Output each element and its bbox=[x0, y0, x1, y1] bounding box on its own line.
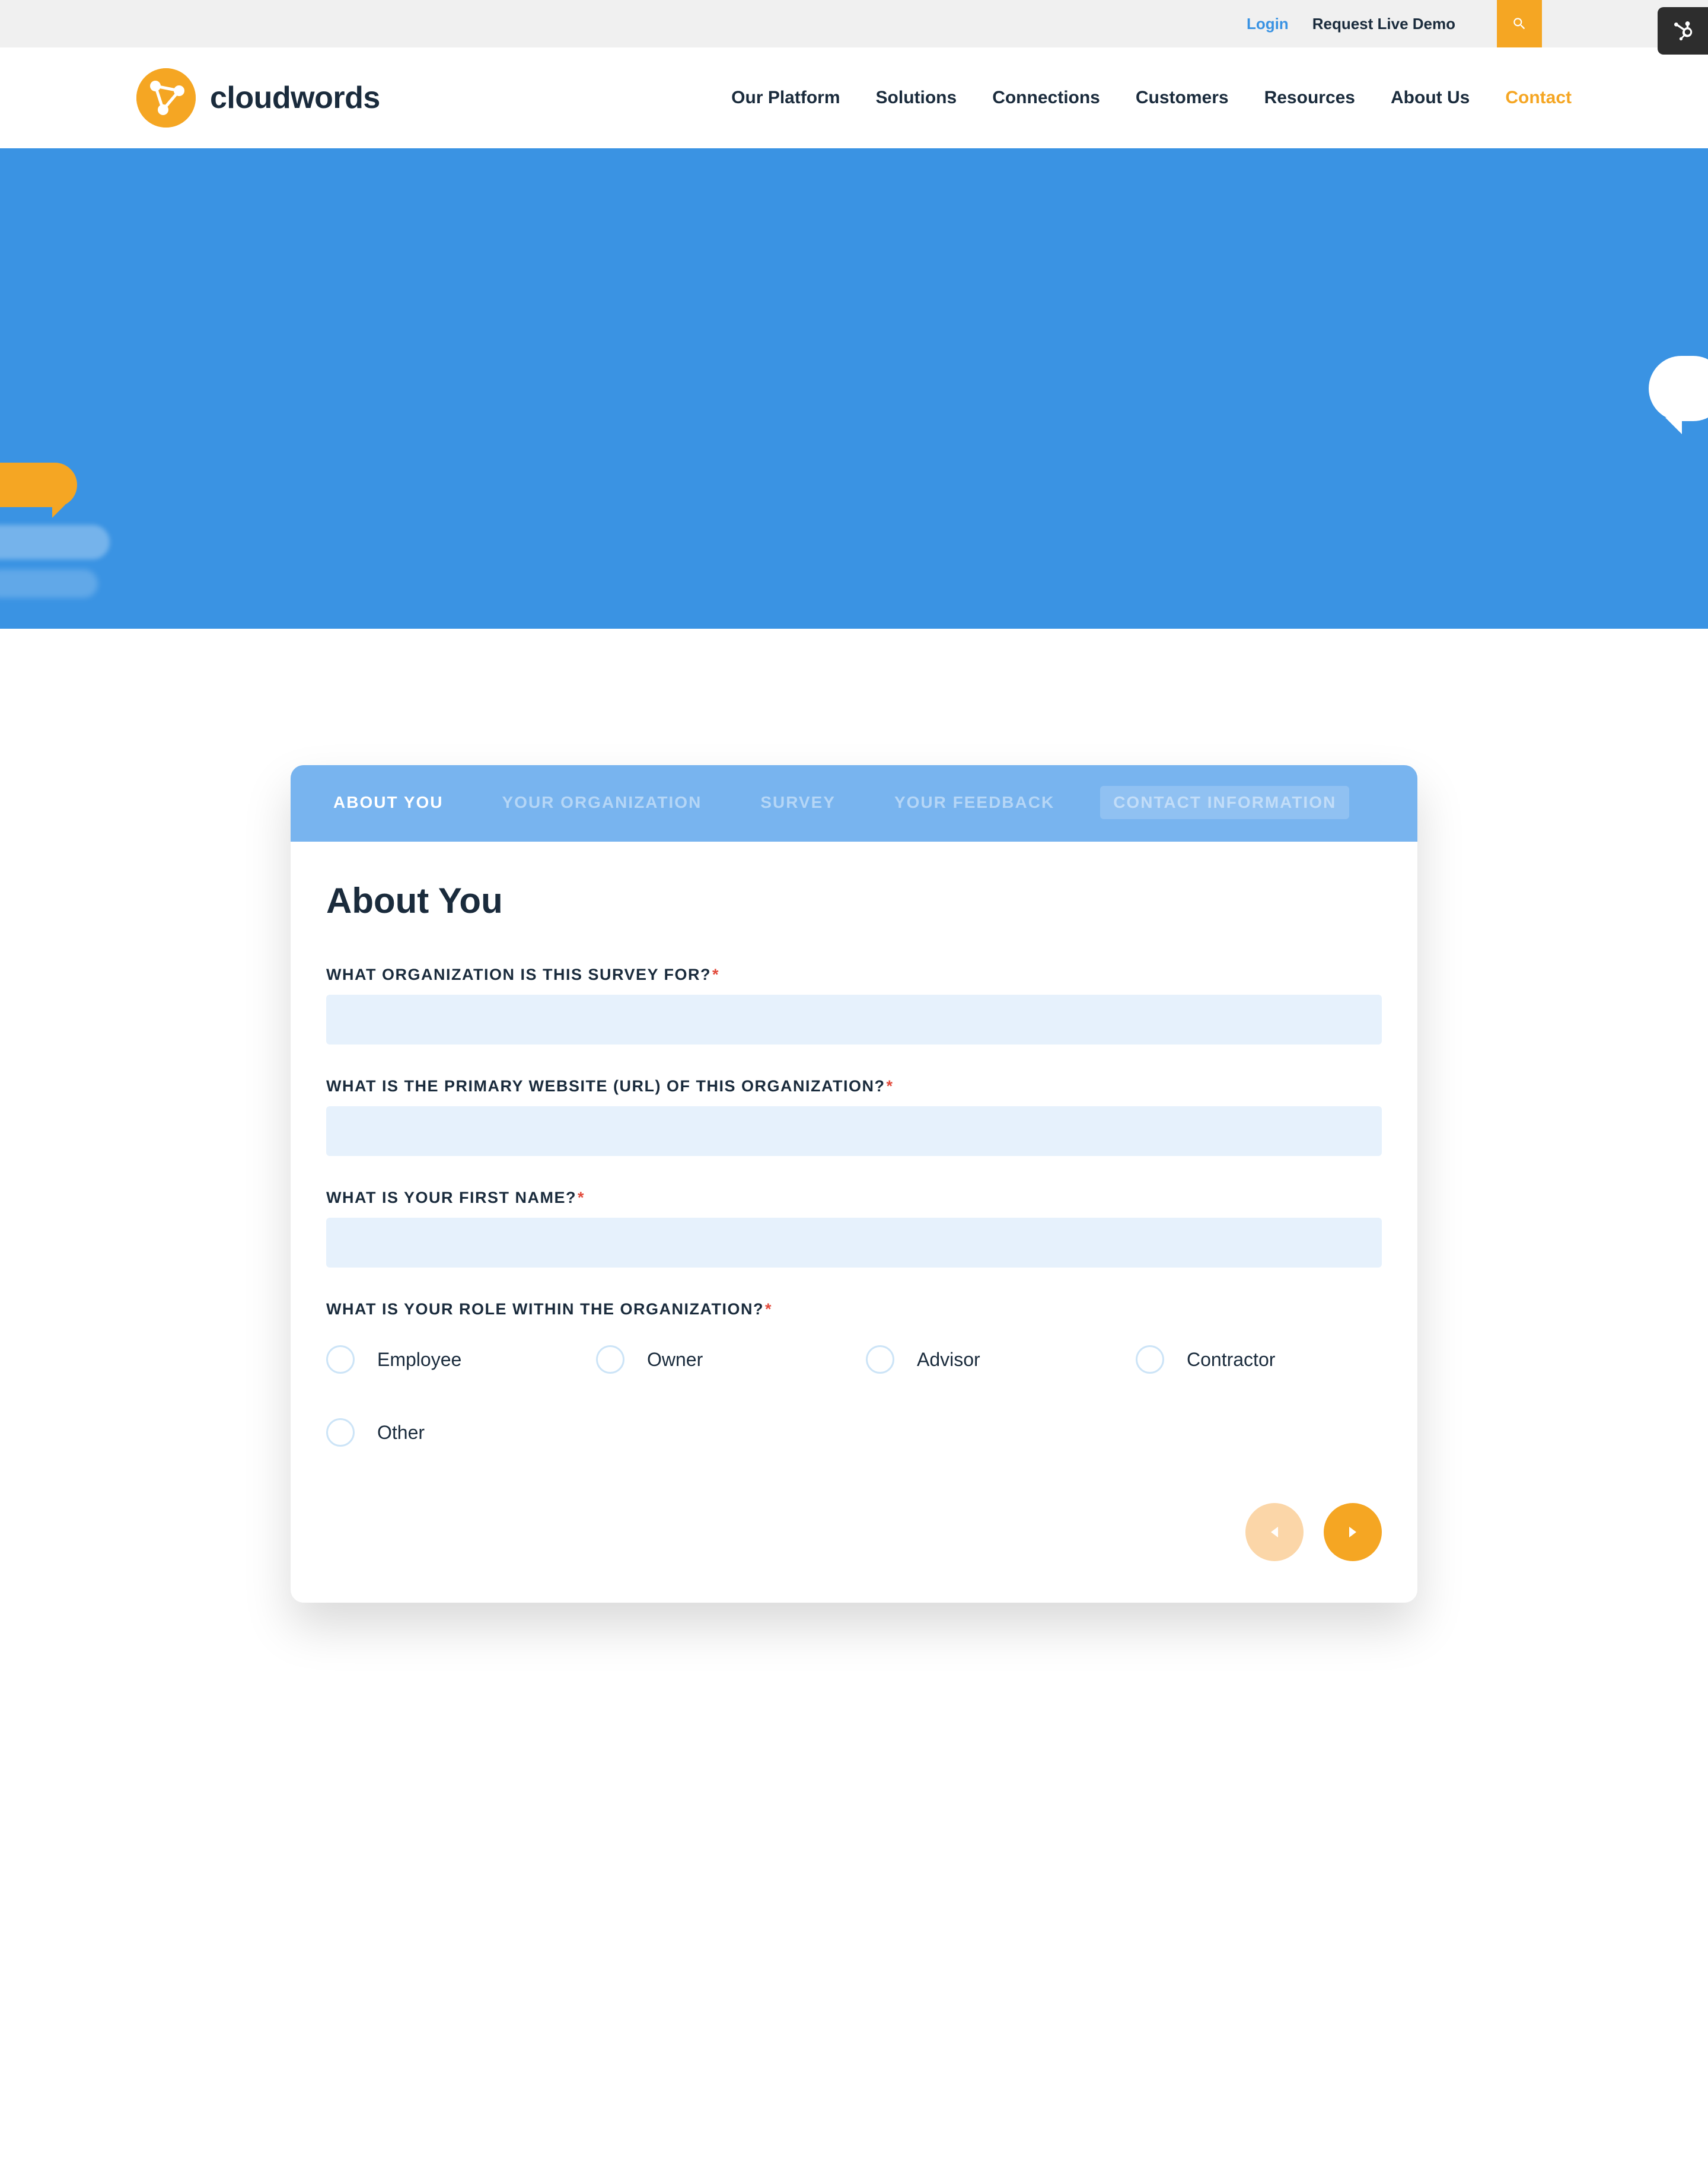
required-asterisk: * bbox=[578, 1189, 585, 1206]
input-url[interactable] bbox=[326, 1106, 1382, 1156]
radio-label: Advisor bbox=[917, 1349, 980, 1371]
speech-bubble-light-icon bbox=[0, 569, 98, 598]
field-url: WHAT IS THE PRIMARY WEBSITE (URL) OF THI… bbox=[326, 1077, 1382, 1156]
topbar-links: Login Request Live Demo bbox=[1247, 0, 1542, 47]
arrow-left-icon bbox=[1264, 1521, 1285, 1543]
radio-label: Contractor bbox=[1187, 1349, 1275, 1371]
hubspot-icon bbox=[1671, 19, 1695, 43]
radio-circle-icon bbox=[1136, 1345, 1164, 1374]
nav-resources[interactable]: Resources bbox=[1264, 88, 1355, 108]
role-radio-group: Employee Owner Advisor Contractor bbox=[326, 1345, 1382, 1447]
next-button[interactable] bbox=[1324, 1503, 1382, 1561]
form-card: ABOUT YOU YOUR ORGANIZATION SURVEY YOUR … bbox=[291, 765, 1417, 1603]
required-asterisk: * bbox=[712, 966, 719, 983]
radio-circle-icon bbox=[866, 1345, 894, 1374]
input-first-name[interactable] bbox=[326, 1218, 1382, 1268]
request-demo-link[interactable]: Request Live Demo bbox=[1312, 15, 1455, 33]
field-organization: WHAT ORGANIZATION IS THIS SURVEY FOR?* bbox=[326, 966, 1382, 1045]
arrow-right-icon bbox=[1342, 1521, 1363, 1543]
hero-decor-left bbox=[0, 463, 104, 507]
speech-bubble-light-icon bbox=[0, 525, 110, 559]
tab-contact-information[interactable]: CONTACT INFORMATION bbox=[1100, 786, 1349, 819]
radio-label: Employee bbox=[377, 1349, 461, 1371]
nav-about-us[interactable]: About Us bbox=[1391, 88, 1470, 108]
search-button[interactable] bbox=[1497, 0, 1542, 47]
login-link[interactable]: Login bbox=[1247, 15, 1289, 33]
nav-customers[interactable]: Customers bbox=[1136, 88, 1229, 108]
nav-connections[interactable]: Connections bbox=[992, 88, 1100, 108]
radio-advisor[interactable]: Advisor bbox=[866, 1345, 1112, 1374]
logo[interactable]: cloudwords bbox=[136, 68, 380, 128]
label-role: WHAT IS YOUR ROLE WITHIN THE ORGANIZATIO… bbox=[326, 1300, 1382, 1319]
field-role: WHAT IS YOUR ROLE WITHIN THE ORGANIZATIO… bbox=[326, 1300, 1382, 1447]
radio-employee[interactable]: Employee bbox=[326, 1345, 572, 1374]
radio-other[interactable]: Other bbox=[326, 1418, 572, 1447]
logo-mark-icon bbox=[136, 68, 196, 128]
speech-bubble-orange-icon bbox=[0, 463, 77, 507]
nav-contact[interactable]: Contact bbox=[1505, 88, 1572, 108]
tab-about-you[interactable]: ABOUT YOU bbox=[320, 786, 457, 819]
tab-your-feedback[interactable]: YOUR FEEDBACK bbox=[881, 786, 1068, 819]
speech-bubble-white-icon bbox=[1649, 356, 1708, 421]
navbar: cloudwords Our Platform Solutions Connec… bbox=[0, 47, 1708, 148]
form-shell: ABOUT YOU YOUR ORGANIZATION SURVEY YOUR … bbox=[291, 765, 1417, 1603]
prev-button[interactable] bbox=[1245, 1503, 1304, 1561]
nav-solutions[interactable]: Solutions bbox=[876, 88, 957, 108]
form-title: About You bbox=[326, 880, 1382, 921]
radio-contractor[interactable]: Contractor bbox=[1136, 1345, 1382, 1374]
input-organization[interactable] bbox=[326, 995, 1382, 1045]
form-tabs: ABOUT YOU YOUR ORGANIZATION SURVEY YOUR … bbox=[291, 765, 1417, 842]
search-icon bbox=[1512, 16, 1527, 31]
radio-label: Other bbox=[377, 1422, 425, 1444]
label-url: WHAT IS THE PRIMARY WEBSITE (URL) OF THI… bbox=[326, 1077, 1382, 1096]
topbar: Login Request Live Demo bbox=[0, 0, 1708, 47]
radio-circle-icon bbox=[596, 1345, 624, 1374]
nav-our-platform[interactable]: Our Platform bbox=[731, 88, 840, 108]
tab-survey[interactable]: SURVEY bbox=[747, 786, 849, 819]
nav-links: Our Platform Solutions Connections Custo… bbox=[731, 88, 1572, 108]
hero-band bbox=[0, 148, 1708, 629]
logo-text: cloudwords bbox=[210, 80, 380, 116]
field-first-name: WHAT IS YOUR FIRST NAME?* bbox=[326, 1189, 1382, 1268]
required-asterisk: * bbox=[765, 1300, 772, 1318]
form-body: About You WHAT ORGANIZATION IS THIS SURV… bbox=[291, 842, 1417, 1603]
label-first-name: WHAT IS YOUR FIRST NAME?* bbox=[326, 1189, 1382, 1207]
radio-label: Owner bbox=[647, 1349, 703, 1371]
form-nav bbox=[326, 1503, 1382, 1561]
radio-circle-icon bbox=[326, 1345, 355, 1374]
hubspot-widget[interactable] bbox=[1658, 7, 1708, 55]
radio-circle-icon bbox=[326, 1418, 355, 1447]
required-asterisk: * bbox=[886, 1077, 893, 1095]
label-organization: WHAT ORGANIZATION IS THIS SURVEY FOR?* bbox=[326, 966, 1382, 984]
tab-your-organization[interactable]: YOUR ORGANIZATION bbox=[489, 786, 715, 819]
radio-owner[interactable]: Owner bbox=[596, 1345, 842, 1374]
